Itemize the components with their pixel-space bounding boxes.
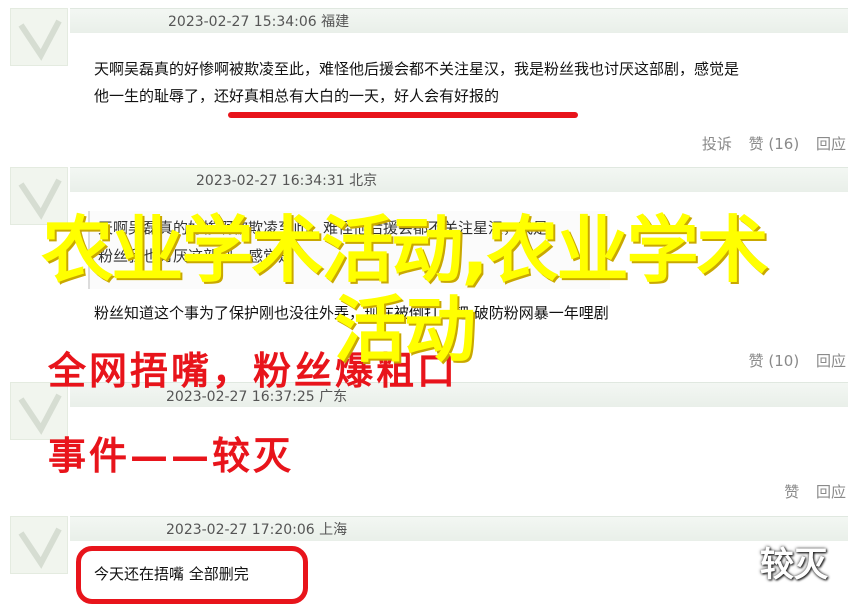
- comment-4: 2023-02-27 17:20:06 上海 今天还在捂嘴 全部删完: [0, 512, 848, 606]
- comment-text-line-2: 他一生的耻辱了，还好真相总有大白的一天，好人会有好报的: [94, 87, 500, 105]
- red-underline-mark: [228, 112, 578, 118]
- comment-text-line-1: 天啊吴磊真的好惨啊被欺凌至此，难怪他后援会都不关注星汉，我是粉丝我也讨厌这部剧，…: [94, 60, 740, 78]
- report-button[interactable]: 投诉: [702, 135, 732, 153]
- avatar[interactable]: [10, 8, 68, 66]
- watermark: 较灭: [760, 545, 828, 585]
- like-button[interactable]: 赞: [784, 483, 799, 501]
- reply-button[interactable]: 回应: [816, 352, 846, 370]
- avatar-placeholder-icon: [18, 19, 62, 61]
- comment-timestamp-location: 2023-02-27 17:20:06 上海: [166, 522, 348, 538]
- reply-button[interactable]: 回应: [816, 483, 846, 501]
- comment-text: 今天还在捂嘴 全部删完: [94, 565, 249, 583]
- avatar[interactable]: [10, 516, 68, 574]
- comment-actions: 投诉 赞 (16) 回应: [690, 133, 846, 154]
- comment-1: 2023-02-27 15:34:06 福建 天啊吴磊真的好惨啊被欺凌至此，难怪…: [0, 0, 848, 165]
- headline-line-2: 事件——较灭: [48, 433, 295, 478]
- like-button[interactable]: 赞 (16): [749, 135, 800, 153]
- comment-timestamp-location: 2023-02-27 16:34:31 北京: [196, 173, 378, 189]
- comment-timestamp-location: 2023-02-27 15:34:06 福建: [168, 14, 350, 30]
- overlay-title: 农业学术活动,农业学术活动: [41, 208, 768, 372]
- comment-actions: 赞 回应: [772, 481, 846, 502]
- comment-meta-bar: [70, 167, 848, 192]
- reply-button[interactable]: 回应: [816, 135, 846, 153]
- avatar-placeholder-icon: [18, 527, 62, 569]
